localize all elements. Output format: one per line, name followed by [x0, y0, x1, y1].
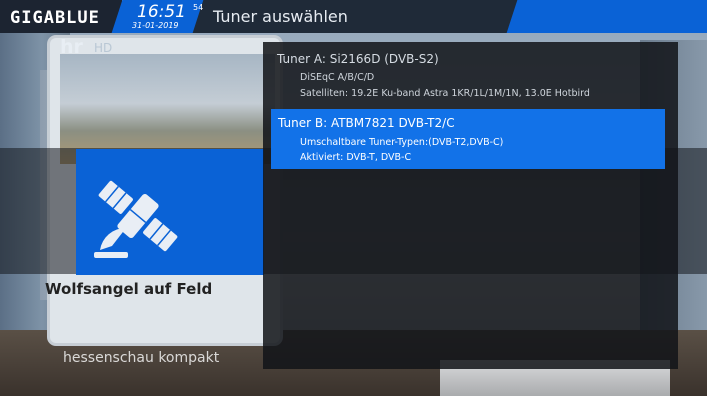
tuner-a-diseqc: DiSEqC A/B/C/D — [300, 72, 375, 83]
brand-logo: GIGABLUE — [10, 8, 100, 28]
clock-time: 16:51 — [137, 2, 186, 22]
clock-date: 31-01-2019 — [132, 21, 179, 30]
program-title: hessenschau kompakt — [63, 350, 220, 366]
channel-hd-label: HD — [94, 41, 113, 55]
osd-topbar: GIGABLUE 16:51 54 31-01-2019 Tuner auswä… — [0, 0, 707, 33]
channel-logo: hr — [60, 36, 83, 58]
tuner-a-satellites: Satelliten: 19.2E Ku-band Astra 1KR/1L/1… — [300, 88, 590, 99]
topbar-accent-area — [506, 0, 707, 33]
tuner-b-switchable-types: Umschaltbare Tuner-Typen:(DVB-T2,DVB-C) — [300, 137, 504, 148]
clock-seconds: 54 — [193, 3, 204, 12]
satellite-icon — [94, 180, 178, 258]
window-title: Tuner auswählen — [213, 7, 348, 26]
tuner-a-title[interactable]: Tuner A: Si2166D (DVB-S2) — [277, 52, 439, 66]
tuner-b-title[interactable]: Tuner B: ATBM7821 DVB-T2/C — [278, 116, 455, 130]
screen-headline: Wolfsangel auf Feld — [45, 280, 213, 298]
tuner-b-enabled: Aktiviert: DVB-T, DVB-C — [300, 152, 412, 163]
